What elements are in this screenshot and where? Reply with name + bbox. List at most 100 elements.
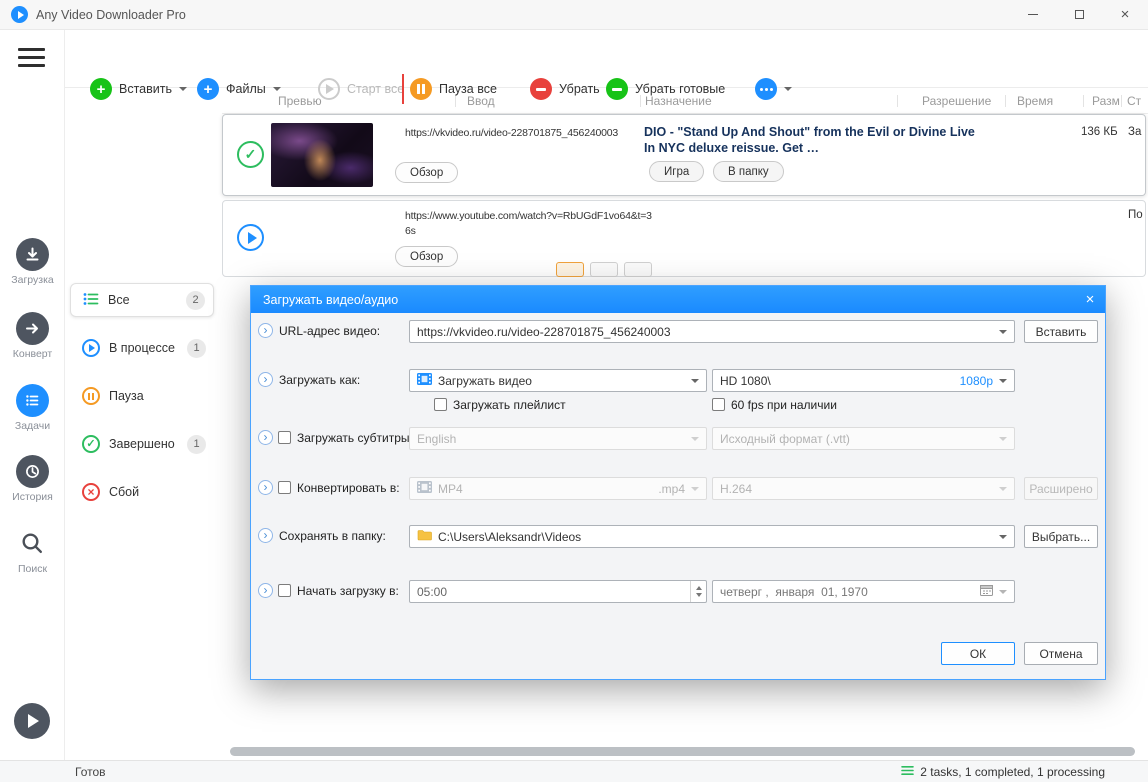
minus-icon (530, 78, 552, 100)
add-files-button[interactable]: + Файлы (197, 75, 281, 103)
filter-label: Пауза (109, 389, 144, 403)
expander-icon[interactable]: › (258, 372, 273, 387)
chevron-down-icon[interactable] (999, 329, 1007, 334)
toolbar-divider (402, 74, 404, 104)
row-action-chip[interactable] (590, 262, 618, 277)
sidebar-item-tasks[interactable]: Задачи (0, 384, 65, 432)
fps-checkbox[interactable] (712, 398, 725, 411)
filter-paused[interactable]: Пауза (70, 379, 214, 413)
quality-value: HD 1080\ (720, 373, 771, 388)
schedule-time-field[interactable]: 05:00 (409, 580, 707, 603)
expander-icon[interactable]: › (258, 323, 273, 338)
chevron-down-icon[interactable] (179, 87, 187, 91)
chevron-down-icon[interactable] (691, 378, 699, 383)
sidebar-item-download[interactable]: Загрузка (0, 238, 65, 286)
cancel-button[interactable]: Отмена (1024, 642, 1098, 665)
playlist-checkbox[interactable] (434, 398, 447, 411)
folder-icon (417, 529, 432, 544)
check-circle-icon: ✓ (82, 435, 100, 453)
filter-failed[interactable]: × Сбой (70, 475, 214, 509)
paste-url-button[interactable]: + Вставить (90, 75, 187, 103)
subtitles-checkbox[interactable] (278, 431, 291, 444)
more-dots-icon (755, 78, 777, 100)
count-badge: 2 (186, 290, 205, 310)
column-divider (1121, 95, 1122, 107)
close-button[interactable]: × (1102, 0, 1148, 30)
video-file-icon (417, 373, 432, 388)
sidebar-item-convert[interactable]: Конверт (0, 312, 65, 360)
download-type-dropdown[interactable]: Загружать видео (409, 369, 707, 392)
filter-all[interactable]: Все 2 (70, 283, 214, 317)
column-header-size[interactable]: Разм (1092, 94, 1120, 108)
schedule-date-value: четверг , января 01, 1970 (720, 584, 868, 599)
quality-dropdown[interactable]: HD 1080\ 1080p (712, 369, 1015, 392)
expander-icon[interactable]: › (258, 430, 273, 445)
convert-icon (16, 312, 49, 345)
subtitles-label: Загружать субтитры: (297, 431, 413, 445)
expander-icon[interactable]: › (258, 480, 273, 495)
chevron-down-icon[interactable] (999, 534, 1007, 539)
ok-button[interactable]: ОК (941, 642, 1015, 665)
sidebar-item-history[interactable]: История (0, 455, 65, 503)
schedule-checkbox[interactable] (278, 584, 291, 597)
table-row[interactable]: https://www.youtube.com/watch?v=RbUGdF1v… (222, 200, 1146, 277)
calendar-icon[interactable] (980, 584, 993, 599)
schedule-label: Начать загрузку в: (297, 584, 399, 598)
row-url: https://www.youtube.com/watch?v=RbUGdF1v… (405, 210, 652, 238)
tasks-summary-icon (901, 765, 915, 779)
convert-checkbox[interactable] (278, 481, 291, 494)
convert-label: Конвертировать в: (297, 481, 400, 495)
maximize-button[interactable] (1056, 0, 1102, 30)
choose-folder-button[interactable]: Выбрать... (1024, 525, 1098, 548)
video-thumbnail[interactable] (271, 123, 373, 187)
remove-button[interactable]: Убрать (530, 75, 600, 103)
column-header-status[interactable]: Ст (1127, 94, 1141, 108)
url-combobox[interactable]: https://vkvideo.ru/video-228701875_45624… (409, 320, 1015, 343)
start-all-label: Старт все (347, 82, 405, 96)
url-value: https://vkvideo.ru/video-228701875_45624… (417, 324, 671, 339)
column-header-time[interactable]: Время (1017, 94, 1053, 108)
expander-icon[interactable]: › (258, 583, 273, 598)
sidebar-item-label: Задачи (14, 420, 51, 432)
remove-completed-button[interactable]: Убрать готовые (606, 75, 725, 103)
chevron-down-icon[interactable] (999, 378, 1007, 383)
tag-button[interactable]: Игра (649, 161, 705, 182)
schedule-date-field[interactable]: четверг , января 01, 1970 (712, 580, 1015, 603)
menu-icon[interactable] (18, 48, 45, 67)
chevron-down-icon[interactable] (999, 589, 1007, 594)
count-badge: 1 (187, 338, 206, 358)
subtitles-format-value: Исходный формат (.vtt) (720, 431, 850, 446)
sidebar-item-search[interactable]: Поиск (0, 527, 65, 575)
horizontal-scrollbar[interactable] (230, 747, 1135, 756)
status-ready: Готов (75, 764, 106, 779)
advanced-button: Расширено (1024, 477, 1098, 500)
search-icon (16, 527, 49, 560)
play-button[interactable] (14, 703, 50, 739)
dialog-close-icon[interactable]: × (1075, 286, 1105, 313)
filter-in-progress[interactable]: В процессе 1 (70, 331, 214, 365)
window-controls: × (1010, 0, 1148, 30)
minimize-button[interactable] (1010, 0, 1056, 30)
open-folder-button[interactable]: В папку (713, 161, 784, 182)
browse-button[interactable]: Обзор (395, 246, 459, 267)
save-folder-dropdown[interactable]: C:\Users\Aleksandr\Videos (409, 525, 1015, 548)
dialog-titlebar: Загружать видео/аудио × (251, 286, 1105, 313)
row-status: По (1128, 209, 1143, 221)
convert-codec-dropdown: H.264 (712, 477, 1015, 500)
row-url: https://vkvideo.ru/video-228701875_45624… (405, 127, 619, 139)
time-spinner[interactable] (690, 581, 702, 602)
column-header-preview[interactable]: Превью (278, 94, 322, 108)
expander-icon[interactable]: › (258, 528, 273, 543)
row-action-chip[interactable] (624, 262, 652, 277)
table-row[interactable]: ✓ https://vkvideo.ru/video-228701875_456… (222, 114, 1146, 196)
window-title: Any Video Downloader Pro (36, 7, 186, 22)
chevron-down-icon[interactable] (272, 87, 281, 91)
filter-completed[interactable]: ✓ Завершено 1 (70, 427, 214, 461)
chevron-down-icon[interactable] (784, 87, 792, 91)
browse-button[interactable]: Обзор (395, 162, 459, 183)
row-action-chip[interactable] (556, 262, 584, 277)
pause-all-button[interactable]: Пауза все (410, 75, 497, 103)
paste-button[interactable]: Вставить (1024, 320, 1098, 343)
column-header-resolution[interactable]: Разрешение (922, 94, 991, 108)
more-actions-button[interactable] (755, 75, 792, 103)
